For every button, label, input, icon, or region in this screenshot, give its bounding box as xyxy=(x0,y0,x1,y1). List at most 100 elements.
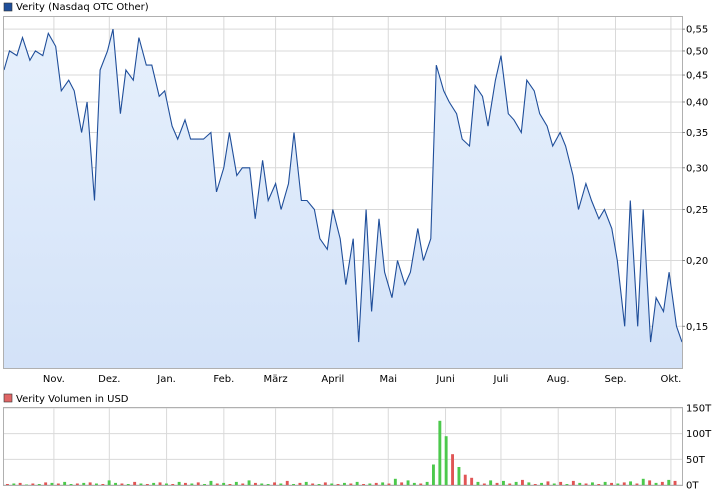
volume-bar xyxy=(603,481,607,485)
month-tick-label: Feb. xyxy=(213,374,234,385)
volume-bar xyxy=(540,482,543,485)
volume-bar xyxy=(470,477,474,485)
price-area xyxy=(4,29,682,368)
volume-bar xyxy=(50,482,54,485)
volume-bar xyxy=(317,484,321,485)
volume-bar xyxy=(362,484,365,485)
volume-bar xyxy=(215,483,219,485)
volume-bar xyxy=(171,484,175,485)
volume-bar xyxy=(292,484,295,485)
volume-bar xyxy=(349,483,353,485)
price-tick-label: 0,55 xyxy=(686,25,708,36)
price-tick-label: 0,15 xyxy=(686,322,708,333)
volume-bar xyxy=(25,484,28,485)
price-tick-label: 0,20 xyxy=(686,256,708,267)
volume-bar xyxy=(400,482,404,485)
volume-bar xyxy=(120,483,124,485)
volume-bar xyxy=(578,482,582,485)
volume-bar xyxy=(552,483,556,485)
price-tick-label: 0,40 xyxy=(686,97,708,108)
price-y-axis: 0,15 0,20 0,25 0,30 0,35 0,40 0,45 0,50 0,55 xyxy=(682,25,708,333)
price-legend-swatch xyxy=(3,2,13,12)
volume-bar xyxy=(438,420,442,485)
volume-tick-label: 150T xyxy=(686,404,712,415)
volume-y-axis: 0T 50T 100T 150T xyxy=(686,404,712,492)
volume-bar xyxy=(241,483,245,485)
volume-bar xyxy=(451,454,454,485)
volume-bar xyxy=(165,483,168,485)
volume-bar xyxy=(616,483,620,485)
volume-bar xyxy=(69,484,73,485)
volume-bar xyxy=(222,482,226,485)
volume-bar xyxy=(12,483,16,485)
volume-bar xyxy=(6,484,9,485)
volume-bar xyxy=(533,484,537,485)
volume-bar xyxy=(355,481,359,485)
volume-bar xyxy=(266,484,270,485)
volume-bar xyxy=(648,480,652,485)
volume-bar xyxy=(247,480,251,485)
volume-bar xyxy=(139,483,143,485)
volume-tick-label: 0T xyxy=(686,481,699,492)
volume-bar xyxy=(374,482,378,485)
price-legend-label: Verity (Nasdaq OTC Other) xyxy=(16,2,149,13)
volume-bar xyxy=(432,464,435,485)
month-tick-label: März xyxy=(264,374,288,385)
volume-bar xyxy=(559,481,563,485)
volume-bar xyxy=(101,484,105,485)
volume-bar xyxy=(190,483,194,485)
volume-bar xyxy=(457,467,461,485)
volume-bar xyxy=(44,482,48,485)
volume-bars xyxy=(6,420,677,485)
volume-bar xyxy=(107,480,111,485)
volume-grid xyxy=(4,407,682,486)
volume-bar xyxy=(660,481,664,485)
volume-bar xyxy=(37,484,41,485)
volume-bar xyxy=(419,483,423,485)
volume-bar xyxy=(158,482,162,485)
volume-bar xyxy=(95,483,98,485)
volume-bar xyxy=(133,481,137,485)
volume-bar xyxy=(209,480,213,485)
volume-bar xyxy=(393,478,397,485)
volume-bar xyxy=(514,481,518,485)
volume-bar xyxy=(489,480,493,485)
volume-bar xyxy=(343,482,346,485)
volume-bar xyxy=(610,482,613,485)
volume-bar xyxy=(476,481,480,485)
volume-tick-label: 50T xyxy=(686,455,706,466)
price-tick-label: 0,45 xyxy=(686,71,708,82)
price-tick-label: 0,35 xyxy=(686,128,708,139)
month-tick-label: Aug. xyxy=(547,374,570,385)
volume-bar xyxy=(502,480,505,485)
month-tick-label: Nov. xyxy=(43,374,65,385)
volume-bar xyxy=(629,481,632,485)
volume-bar xyxy=(279,483,283,485)
volume-bar xyxy=(254,482,257,485)
volume-bar xyxy=(444,436,448,485)
volume-bar xyxy=(88,482,92,485)
volume-tick-label: 100T xyxy=(686,429,712,440)
volume-bar xyxy=(463,474,467,485)
volume-bar xyxy=(412,482,416,485)
month-tick-label: Okt. xyxy=(661,374,682,385)
stock-chart: Verity (Nasdaq OTC Other) 0,150,200,250,… xyxy=(3,2,712,492)
volume-bar xyxy=(508,483,512,485)
volume-bar xyxy=(177,481,181,485)
volume-bar xyxy=(654,482,658,485)
volume-bar xyxy=(673,480,677,485)
volume-bar xyxy=(591,482,594,485)
volume-bar xyxy=(203,484,206,485)
volume-bar xyxy=(273,482,276,485)
volume-bar xyxy=(114,482,117,485)
x-axis: Nov. Dez. Jan. Feb. März April Mai Juni Juli Aug.… xyxy=(43,374,681,385)
volume-bar xyxy=(228,484,232,485)
volume-bar xyxy=(126,484,130,485)
volume-bar xyxy=(152,482,156,485)
volume-bar xyxy=(584,483,588,485)
volume-bar xyxy=(482,483,486,485)
volume-bar xyxy=(56,483,60,485)
volume-bar xyxy=(298,482,302,485)
volume-bar xyxy=(145,484,149,485)
volume-bar xyxy=(260,483,264,485)
